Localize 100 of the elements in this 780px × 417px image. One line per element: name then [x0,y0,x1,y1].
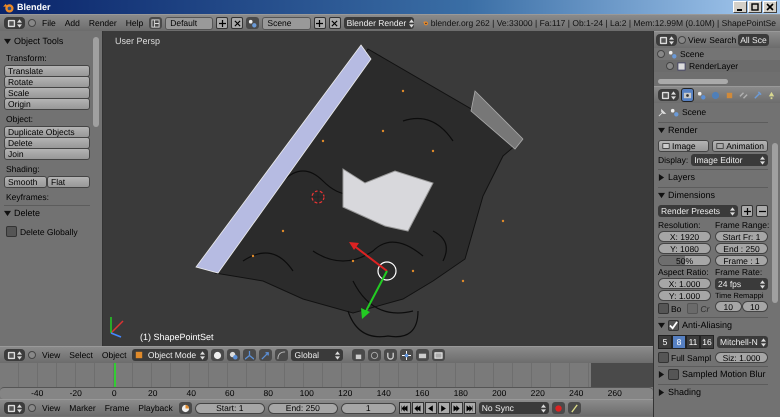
panel-header[interactable]: Shading [658,384,768,399]
snap-magnet-icon[interactable] [384,349,398,361]
expanded-triangle-icon[interactable] [4,38,11,44]
menu-item[interactable]: Frame [102,403,132,413]
current-frame-field[interactable]: 1 [340,402,396,414]
scene-field[interactable]: Scene [262,16,311,30]
panel-header[interactable]: Delete [4,205,90,220]
close-button[interactable] [328,17,341,29]
pivot-point-icon[interactable] [227,349,240,361]
checkbox[interactable] [668,368,679,380]
menu-item[interactable]: Search [708,35,738,45]
properties-tab[interactable] [696,89,707,101]
panel-header[interactable]: Layers [658,169,768,184]
maximize-button[interactable] [748,1,762,13]
resolution-y-field[interactable]: Y: 1080 [658,243,711,254]
jump-start-icon[interactable] [398,402,411,414]
checkbox[interactable] [6,226,17,237]
tool-button[interactable]: Origin [4,98,90,110]
aspect-x-field[interactable]: X: 1.000 [658,278,711,289]
scrollbar[interactable] [772,143,778,303]
aspect-y-field[interactable]: Y: 1.000 [658,290,711,301]
collapse-menus-icon[interactable] [678,36,686,44]
transform-manipulator-icon[interactable] [349,242,397,319]
start-frame-field[interactable]: Start: 1 [194,402,265,414]
editor-type-selector[interactable] [4,402,25,414]
collapse-menus-icon[interactable] [28,351,36,359]
layout-field[interactable]: Default [165,16,214,30]
collapsed-triangle-icon[interactable] [658,174,665,180]
resolution-percent-slider[interactable]: 50% [658,255,711,266]
end-frame-field[interactable]: End : 250 [715,243,768,254]
menu-item[interactable]: Marker [66,403,99,413]
snap-target-icon[interactable] [400,349,414,361]
expanded-triangle-icon[interactable] [658,126,665,134]
panel-header[interactable]: Render [658,122,768,137]
collapse-menus-icon[interactable] [28,19,36,27]
frame-rate-dropdown[interactable]: 24 fps [715,278,768,290]
add-button[interactable] [314,17,326,29]
checkbox[interactable] [668,320,679,330]
current-frame-field[interactable]: Frame : 1 [715,255,768,266]
orientation-dropdown[interactable]: Global [291,349,344,361]
tool-button[interactable]: Join [4,148,90,160]
panel-header[interactable]: Object Tools [4,34,90,48]
sample-count-option[interactable]: 8 [672,335,686,349]
menu-item[interactable]: Render [86,18,120,28]
display-mode-dropdown[interactable]: All Sce [738,34,769,46]
resolution-x-field[interactable]: X: 1920 [658,231,711,242]
add-button[interactable] [741,205,753,217]
menu-item[interactable]: Playback [135,403,176,413]
filter-size-field[interactable]: Siz: 1.000 [715,352,768,363]
menu-item[interactable]: View [39,403,64,413]
panel-header[interactable]: Anti-Aliasing [658,317,768,332]
proportional-edit-icon[interactable] [368,349,382,361]
editor-type-selector[interactable] [658,89,679,101]
menu-item[interactable]: View [39,350,64,360]
menu-item[interactable]: Object [98,350,130,360]
play-icon[interactable] [438,402,450,414]
scrollbar[interactable] [658,79,728,84]
render-camera-icon[interactable] [416,349,430,361]
editor-type-selector[interactable] [4,349,25,361]
tool-button[interactable]: Translate [4,65,90,77]
keying-set-icon[interactable] [568,402,581,414]
jump-end-icon[interactable] [464,402,476,414]
collapsed-triangle-icon[interactable] [658,370,665,378]
tool-button[interactable]: Duplicate Objects [4,126,90,138]
render-engine-dropdown[interactable]: Blender Render [344,17,414,29]
mode-dropdown[interactable]: Object Mode [132,349,208,361]
render-animation-button[interactable]: Animation [712,140,768,152]
collapsed-triangle-icon[interactable] [658,388,665,396]
minimize-button[interactable] [733,1,747,13]
remap-old-field[interactable]: 10 [715,301,742,312]
render-animation-icon[interactable] [432,349,446,361]
sync-dropdown[interactable]: No Sync [478,402,549,414]
scrollbar[interactable] [93,37,99,127]
next-keyframe-icon[interactable] [450,402,463,414]
pin-icon[interactable] [658,108,667,116]
lock-icon[interactable] [352,349,366,361]
clock-icon[interactable] [178,402,192,414]
menu-item[interactable]: Add [62,18,83,28]
panel-header[interactable]: Sampled Motion Blur [658,366,768,381]
rotate-arc-icon[interactable] [275,349,288,361]
shading-sphere-icon[interactable] [211,349,224,361]
checkbox[interactable] [658,303,669,314]
filter-dropdown[interactable]: Mitchell-N [717,336,768,348]
menu-item[interactable]: File [39,18,59,28]
collapse-menus-icon[interactable] [28,404,36,412]
tool-button[interactable]: Smooth [4,176,47,188]
expanded-triangle-icon[interactable] [658,322,665,328]
sample-count-option[interactable]: 16 [700,335,714,349]
tool-button[interactable]: Flat [47,176,90,188]
sample-count-option[interactable]: 5 [658,335,672,349]
sample-count-option[interactable]: 11 [686,335,700,349]
tool-button[interactable]: Scale [4,87,90,99]
play-reverse-icon[interactable] [424,402,437,414]
tool-button[interactable]: Rotate [4,76,90,88]
render-presets-dropdown[interactable]: Render Presets [658,205,738,217]
menu-item[interactable]: Help [122,18,146,28]
tree-item[interactable]: RenderLayer [689,61,738,71]
render-image-button[interactable]: Image [658,140,710,152]
expanded-triangle-icon[interactable] [658,192,665,198]
tool-button[interactable]: Delete [4,137,90,149]
